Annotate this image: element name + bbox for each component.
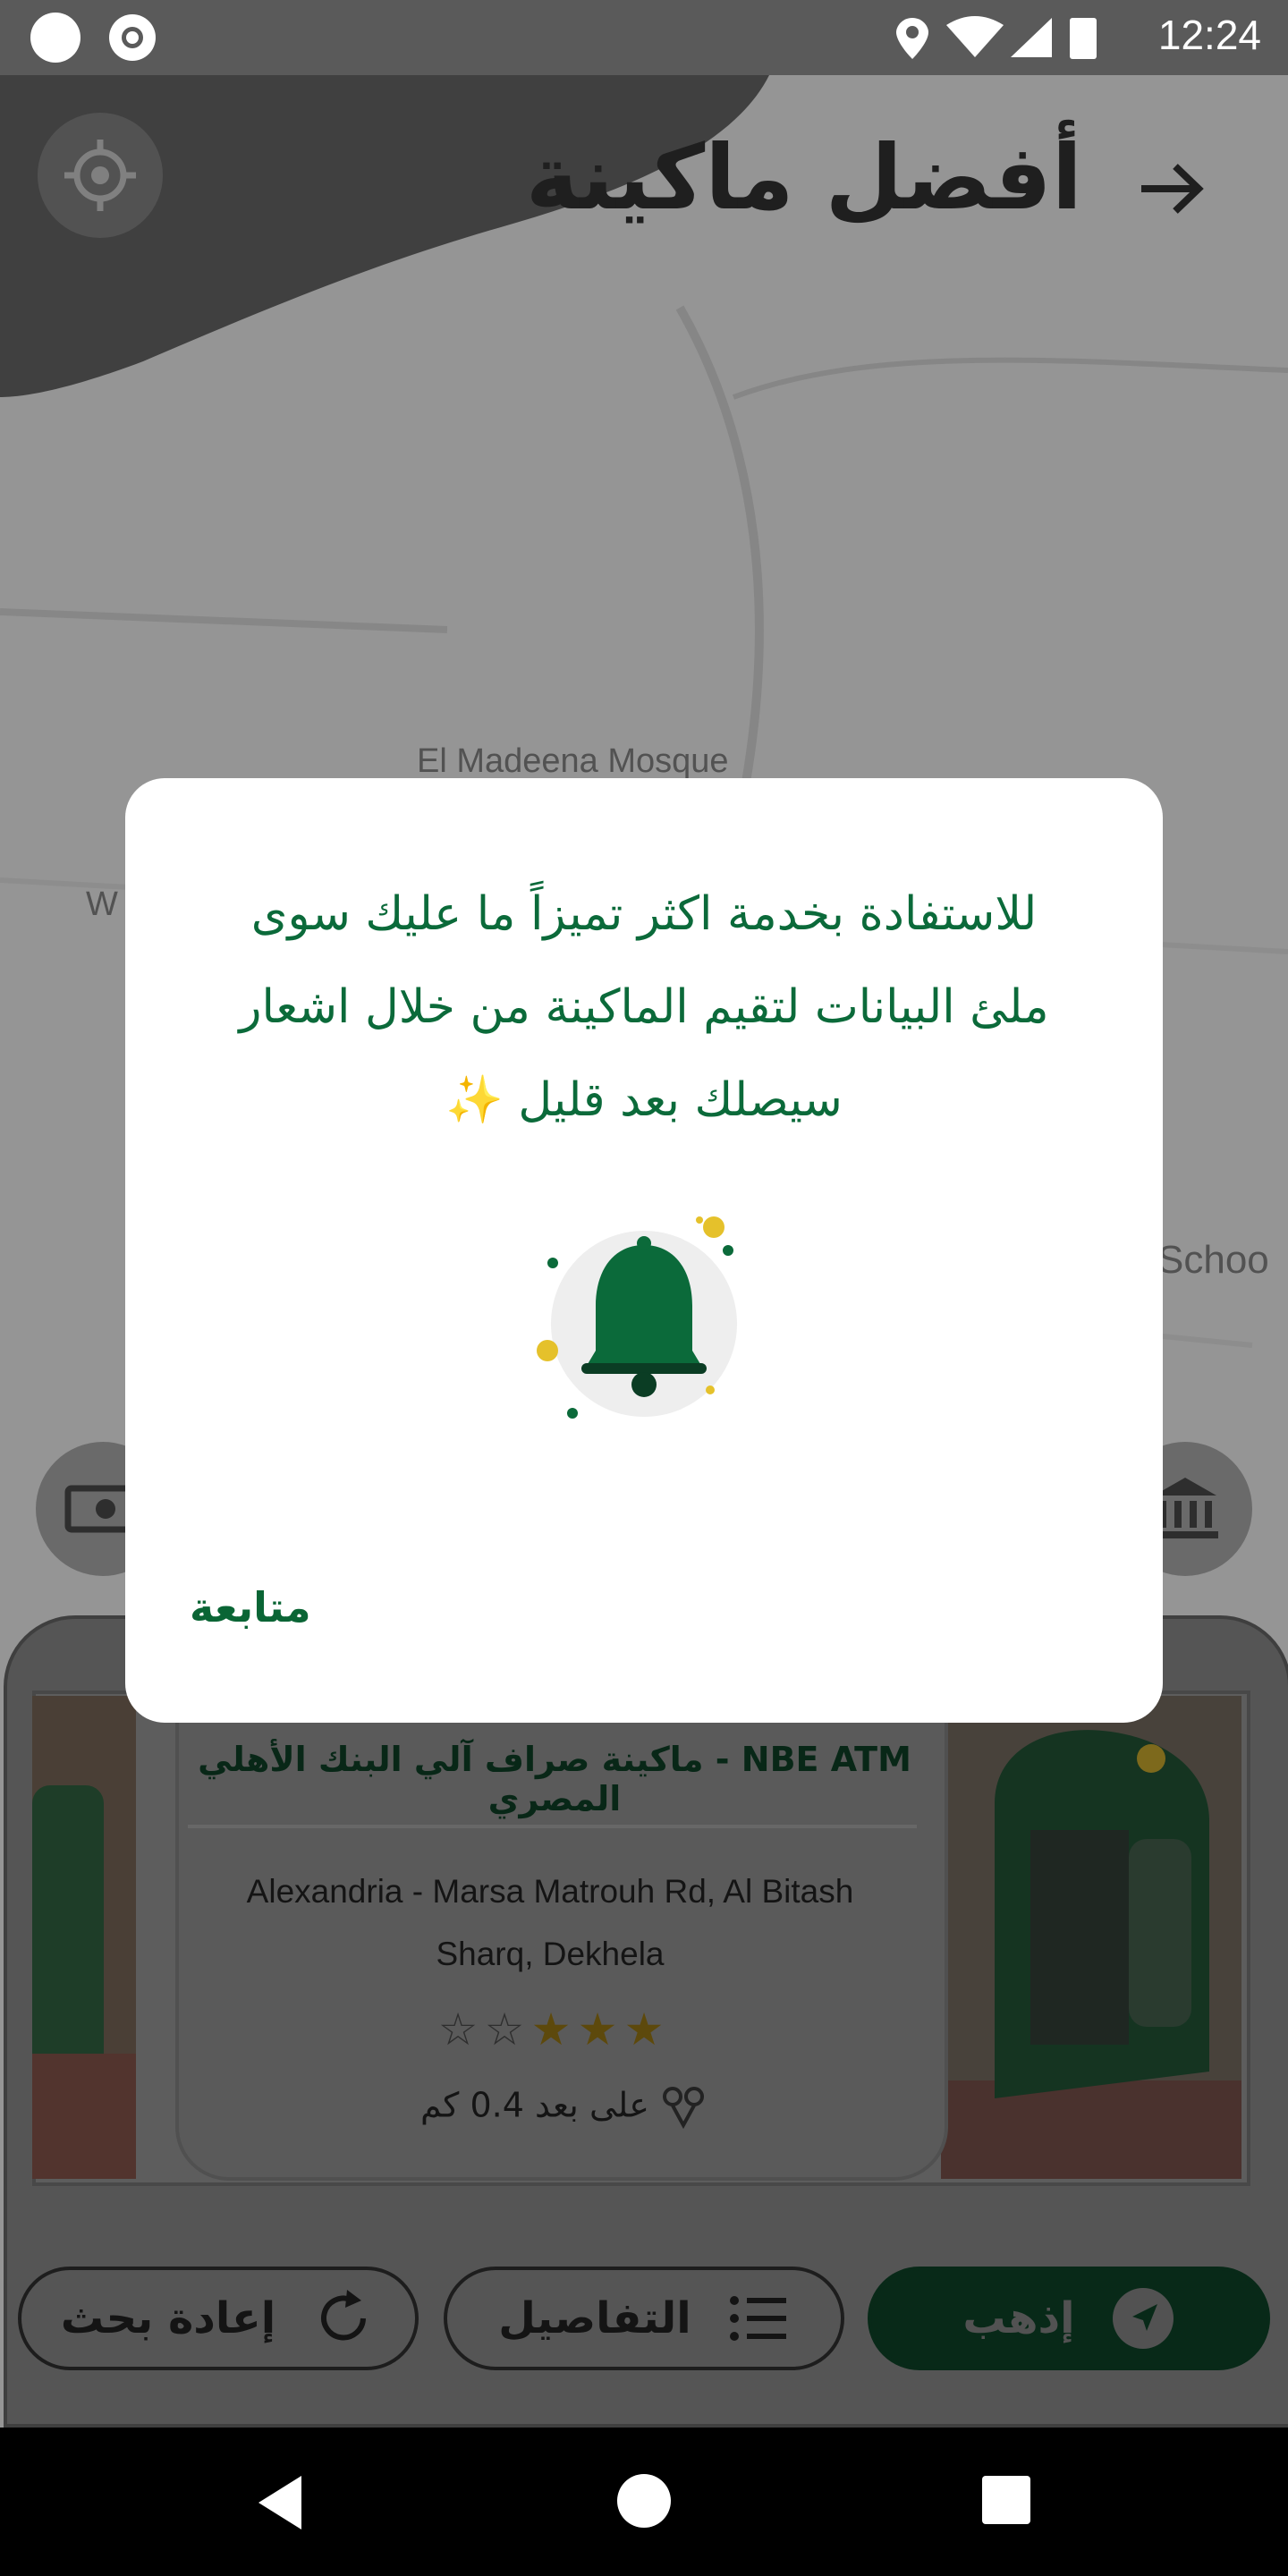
sparkle-icon: ✨ <box>445 1073 504 1127</box>
status-bar: 12:24 <box>0 0 1288 75</box>
system-nav-bar <box>0 2428 1288 2576</box>
dialog-message: للاستفادة بخدمة اكثر تميزاً ما عليك سوى … <box>188 868 1100 1147</box>
dialog-message-line: للاستفادة بخدمة اكثر تميزاً ما عليك سوى <box>250 887 1038 941</box>
bell-icon <box>537 1216 737 1419</box>
nav-recents-icon[interactable] <box>982 2476 1030 2524</box>
rating-notification-dialog: للاستفادة بخدمة اكثر تميزاً ما عليك سوى … <box>125 778 1163 1723</box>
dialog-message-line: سيصلك بعد قليل <box>518 1073 843 1127</box>
status-time: 12:24 <box>1157 12 1261 58</box>
dialog-message-line: ملئ البيانات لتقيم الماكينة من خلال اشعا… <box>239 980 1049 1034</box>
nav-home-icon[interactable] <box>617 2474 671 2528</box>
continue-button[interactable]: متابعة <box>190 1583 311 1631</box>
notification-dot-icon <box>30 13 80 63</box>
recording-icon <box>109 14 156 61</box>
battery-icon <box>1070 18 1097 59</box>
signal-icon <box>1011 18 1052 57</box>
location-icon <box>896 18 928 59</box>
status-icons <box>896 16 1097 59</box>
nav-back-icon[interactable] <box>255 2474 309 2531</box>
wifi-icon <box>946 16 1004 57</box>
